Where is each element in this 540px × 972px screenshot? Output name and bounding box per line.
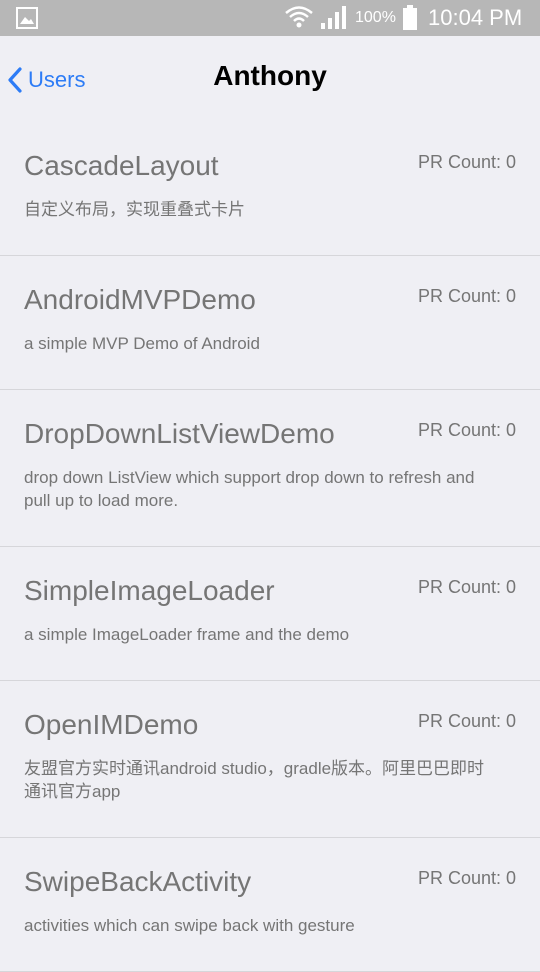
list-item[interactable]: SwipeBackActivity PR Count: 0 activities… bbox=[0, 838, 540, 972]
pr-count: PR Count: 0 bbox=[417, 577, 516, 597]
page-title: Anthony bbox=[213, 60, 327, 91]
repo-description: activities which can swipe back with ges… bbox=[24, 916, 355, 935]
battery-icon bbox=[403, 5, 417, 30]
signal-icon bbox=[321, 6, 346, 29]
list-item[interactable]: OpenIMDemo PR Count: 0 友盟官方实时通讯android s… bbox=[0, 681, 540, 838]
pr-count: PR Count: 0 bbox=[417, 152, 516, 172]
repo-list: CascadeLayout PR Count: 0 自定义布局，实现重叠式卡片 … bbox=[0, 122, 540, 972]
list-item[interactable]: AndroidMVPDemo PR Count: 0 a simple MVP … bbox=[0, 256, 540, 390]
wifi-icon bbox=[285, 6, 313, 28]
repo-description: drop down ListView which support drop do… bbox=[24, 468, 475, 510]
clock: 10:04 PM bbox=[428, 5, 523, 30]
repo-description: a simple ImageLoader frame and the demo bbox=[24, 625, 350, 644]
pr-count: PR Count: 0 bbox=[417, 711, 516, 731]
pr-count: PR Count: 0 bbox=[417, 868, 516, 888]
list-item[interactable]: DropDownListViewDemo PR Count: 0 drop do… bbox=[0, 390, 540, 547]
list-item[interactable]: CascadeLayout PR Count: 0 自定义布局，实现重叠式卡片 bbox=[0, 122, 540, 256]
battery-percent: 100% bbox=[355, 9, 396, 26]
pr-count: PR Count: 0 bbox=[417, 286, 516, 306]
pr-count: PR Count: 0 bbox=[417, 420, 516, 440]
repo-description: 自定义布局，实现重叠式卡片 bbox=[24, 200, 245, 219]
status-bar: 100% 10:04 PM bbox=[0, 0, 540, 36]
gallery-icon bbox=[16, 7, 38, 29]
repo-description: 友盟官方实时通讯android studio，gradle版本。阿里巴巴即时通讯… bbox=[24, 759, 485, 801]
navigation-bar: Users Anthony bbox=[0, 36, 540, 122]
list-item[interactable]: SimpleImageLoader PR Count: 0 a simple I… bbox=[0, 547, 540, 681]
repo-description: a simple MVP Demo of Android bbox=[24, 334, 260, 353]
